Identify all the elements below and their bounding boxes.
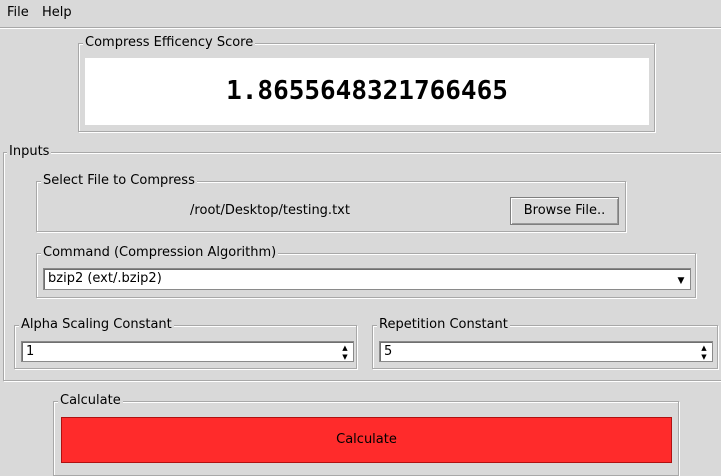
chevron-down-icon[interactable]: ▼: [674, 273, 688, 287]
command-dropdown-value: bzip2 (ext/.bzip2): [48, 271, 162, 286]
browse-file-button[interactable]: Browse File..: [510, 197, 619, 225]
menu-separator: [0, 27, 721, 29]
alpha-spin-control: ▲ ▼: [339, 344, 351, 361]
score-frame-label: Compress Efficency Score: [83, 35, 256, 51]
alpha-spinbox[interactable]: 1 ▲ ▼: [21, 341, 354, 362]
alpha-value: 1: [26, 344, 35, 359]
repetition-spinbox[interactable]: 5 ▲ ▼: [379, 341, 713, 362]
spin-down-icon[interactable]: ▼: [339, 353, 351, 361]
repetition-spin-control: ▲ ▼: [698, 344, 710, 361]
menu-file[interactable]: File: [5, 4, 31, 22]
command-dropdown[interactable]: bzip2 (ext/.bzip2) ▼: [43, 268, 691, 290]
menu-bar: File Help: [0, 0, 721, 26]
repetition-value: 5: [384, 344, 393, 359]
calculate-frame-label: Calculate: [58, 393, 123, 409]
file-frame-label: Select File to Compress: [41, 173, 197, 189]
file-path-text: /root/Desktop/testing.txt: [190, 203, 350, 218]
score-value: 1.8655648321766465: [226, 76, 508, 106]
spin-up-icon[interactable]: ▲: [339, 344, 351, 352]
spin-up-icon[interactable]: ▲: [698, 344, 710, 352]
score-display: 1.8655648321766465: [85, 58, 649, 125]
alpha-frame-label: Alpha Scaling Constant: [19, 317, 174, 333]
command-frame-label: Command (Compression Algorithm): [41, 245, 279, 261]
spin-down-icon[interactable]: ▼: [698, 353, 710, 361]
inputs-frame-label: Inputs: [7, 144, 52, 160]
menu-help[interactable]: Help: [40, 4, 74, 22]
calculate-button[interactable]: Calculate: [61, 417, 672, 463]
repetition-frame-label: Repetition Constant: [377, 317, 510, 333]
